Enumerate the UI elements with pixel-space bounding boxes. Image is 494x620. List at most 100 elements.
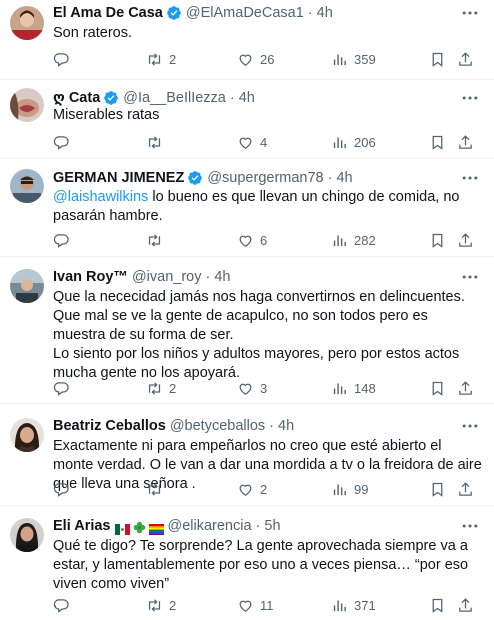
reply-button[interactable] bbox=[53, 479, 70, 499]
more-dots-icon[interactable] bbox=[460, 168, 480, 188]
like-button[interactable]: 6 bbox=[237, 230, 267, 250]
like-button[interactable]: 4 bbox=[237, 132, 267, 152]
bookmark-icon bbox=[432, 135, 443, 150]
views-button[interactable]: 99 bbox=[331, 479, 368, 499]
share-button[interactable] bbox=[457, 230, 474, 250]
display-name[interactable]: GERMAN JIMENEZ bbox=[53, 168, 184, 188]
mention-link[interactable]: @laishawilkins bbox=[53, 189, 148, 205]
bookmark-icon bbox=[432, 598, 443, 613]
retweet-button[interactable] bbox=[146, 132, 169, 152]
avatar[interactable] bbox=[10, 88, 44, 122]
reply-button[interactable] bbox=[53, 595, 70, 615]
retweet-button[interactable]: 2 bbox=[146, 49, 176, 69]
avatar[interactable] bbox=[10, 518, 44, 552]
reply-icon bbox=[53, 598, 69, 613]
reply-button[interactable] bbox=[53, 378, 70, 398]
like-count: 3 bbox=[260, 380, 268, 396]
more-dots-icon[interactable] bbox=[460, 267, 480, 287]
separator-dot: · bbox=[327, 170, 333, 186]
views-chart-icon bbox=[333, 235, 346, 246]
retweet-button[interactable] bbox=[146, 230, 169, 250]
like-count: 2 bbox=[260, 481, 268, 497]
display-name[interactable]: Eli Arias bbox=[53, 516, 111, 536]
bookmark-button[interactable] bbox=[429, 230, 446, 250]
timestamp[interactable]: 4h bbox=[317, 3, 333, 23]
user-handle[interactable]: @elikarencia bbox=[168, 516, 252, 536]
more-dots-icon[interactable] bbox=[460, 3, 480, 23]
like-button[interactable]: 11 bbox=[237, 595, 274, 615]
display-name[interactable]: Beatriz Ceballos bbox=[53, 416, 166, 436]
views-button[interactable]: 148 bbox=[331, 378, 376, 398]
retweet-button[interactable]: 2 bbox=[146, 595, 176, 615]
share-button[interactable] bbox=[457, 378, 474, 398]
like-count: 4 bbox=[260, 134, 268, 150]
views-chart-icon bbox=[333, 137, 346, 148]
share-button[interactable] bbox=[457, 595, 474, 615]
display-name[interactable]: ღ Cata bbox=[53, 88, 100, 108]
avatar[interactable] bbox=[10, 169, 44, 203]
more-dots-icon[interactable] bbox=[460, 88, 480, 108]
reply-button[interactable] bbox=[53, 230, 70, 250]
like-count: 26 bbox=[260, 51, 275, 67]
avatar[interactable] bbox=[10, 6, 44, 40]
share-button[interactable] bbox=[457, 132, 474, 152]
timestamp[interactable]: 4h bbox=[239, 88, 255, 108]
more-dots-icon[interactable] bbox=[460, 416, 480, 436]
views-button[interactable]: 359 bbox=[331, 49, 376, 69]
bookmark-button[interactable] bbox=[429, 49, 446, 69]
retweet-button[interactable]: 2 bbox=[146, 378, 176, 398]
display-name[interactable]: Ivan Roy™ bbox=[53, 267, 128, 287]
user-handle[interactable]: @ElAmaDeCasa1 bbox=[186, 3, 304, 23]
views-button[interactable]: 371 bbox=[331, 595, 376, 615]
bookmark-button[interactable] bbox=[429, 479, 446, 499]
avatar[interactable] bbox=[10, 418, 44, 452]
verified-badge-icon bbox=[103, 90, 119, 106]
like-button[interactable]: 2 bbox=[237, 479, 267, 499]
more-dots-icon[interactable] bbox=[460, 516, 480, 536]
bookmark-icon bbox=[432, 381, 443, 396]
action-bar: 4 206 bbox=[49, 132, 486, 152]
separator-dot: · bbox=[205, 269, 211, 285]
action-bar: 6 282 bbox=[49, 230, 486, 250]
retweet-button[interactable] bbox=[146, 479, 169, 499]
user-handle[interactable]: @supergerman78 bbox=[207, 168, 323, 188]
bookmark-button[interactable] bbox=[429, 595, 446, 615]
timestamp[interactable]: 4h bbox=[214, 267, 230, 287]
share-button[interactable] bbox=[457, 49, 474, 69]
retweet-icon bbox=[148, 52, 161, 66]
tweet-text: @laishawilkins lo bueno es que llevan un… bbox=[53, 188, 484, 226]
timestamp[interactable]: 5h bbox=[264, 516, 280, 536]
tweet-reply[interactable]: El Ama De Casa @ElAmaDeCasa1 · 4h Son ra… bbox=[0, 0, 494, 80]
tweet-reply[interactable]: Ivan Roy™ @ivan_roy · 4h Que la nececida… bbox=[0, 257, 494, 404]
views-button[interactable]: 282 bbox=[331, 230, 376, 250]
tweet-header: Ivan Roy™ @ivan_roy · 4h bbox=[53, 267, 460, 287]
heart-icon bbox=[239, 600, 252, 612]
views-chart-icon bbox=[333, 383, 346, 394]
user-handle[interactable]: @ivan_roy bbox=[132, 267, 202, 287]
heart-icon bbox=[239, 235, 252, 247]
reply-button[interactable] bbox=[53, 132, 70, 152]
like-button[interactable]: 3 bbox=[237, 378, 267, 398]
bookmark-button[interactable] bbox=[429, 378, 446, 398]
like-button[interactable]: 26 bbox=[237, 49, 274, 69]
reply-button[interactable] bbox=[53, 49, 70, 69]
user-handle[interactable]: @Ia__BeIlIezza bbox=[123, 88, 226, 108]
verified-badge-icon bbox=[166, 5, 182, 21]
display-name[interactable]: El Ama De Casa bbox=[53, 3, 163, 23]
share-button[interactable] bbox=[457, 479, 474, 499]
views-chart-icon bbox=[333, 484, 346, 495]
user-handle[interactable]: @betyceballos bbox=[170, 416, 265, 436]
avatar[interactable] bbox=[10, 269, 44, 303]
tweet-reply[interactable]: GERMAN JIMENEZ @supergerman78 · 4h @lais… bbox=[0, 159, 494, 257]
timestamp[interactable]: 4h bbox=[336, 168, 352, 188]
retweet-icon bbox=[148, 381, 161, 395]
tweet-reply[interactable]: Eli Arias @elikarencia · 5h Qué te digo?… bbox=[0, 506, 494, 620]
tweet-reply[interactable]: Beatriz Ceballos @betyceballos · 4h Exac… bbox=[0, 404, 494, 506]
avatar-image-icon bbox=[10, 169, 44, 203]
tweet-reply[interactable]: ღ Cata @Ia__BeIlIezza · 4h Miserables ra… bbox=[0, 80, 494, 159]
views-button[interactable]: 206 bbox=[331, 132, 376, 152]
bookmark-button[interactable] bbox=[429, 132, 446, 152]
separator-dot: · bbox=[229, 90, 235, 106]
timestamp[interactable]: 4h bbox=[278, 416, 294, 436]
avatar-image-icon bbox=[10, 6, 44, 40]
